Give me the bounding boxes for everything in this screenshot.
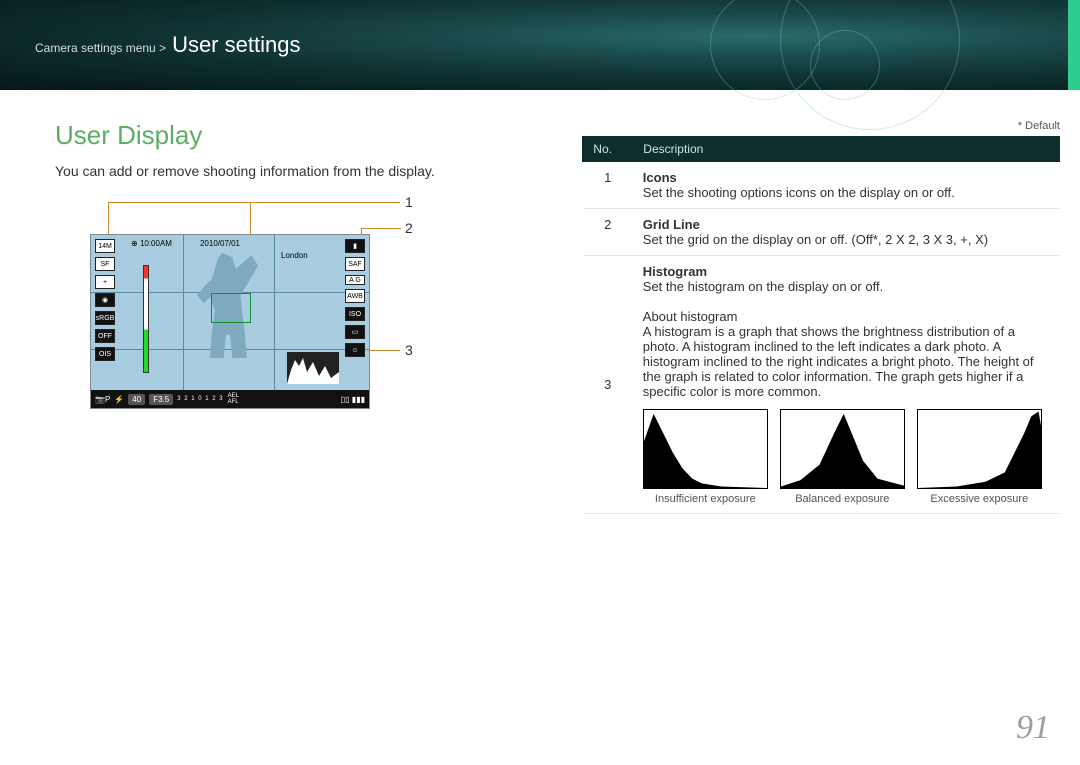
description-table: No. Description 1 Icons Set the shooting… (582, 136, 1060, 514)
th-desc: Description (633, 137, 1060, 162)
table-row: 3 Histogram Set the histogram on the dis… (583, 256, 1060, 514)
af-bracket-icon (211, 293, 251, 323)
lcd-top-info: ⊕ 10:00AM 2010/07/01 (131, 239, 240, 248)
face-icon: ☺ (345, 343, 365, 357)
megapixel-icon: 14M (95, 239, 115, 253)
decorative-orb (810, 30, 880, 100)
ev-comp-icon: + (95, 275, 115, 289)
ag-icon: A G (345, 275, 365, 285)
callout-3: 3 (405, 342, 413, 358)
mode-icon: 📷P (95, 395, 110, 404)
srgb-icon: sRGB (95, 311, 115, 325)
lcd-left-icons: 14M SF + ◉ sRGB OFF OIS (95, 239, 115, 361)
th-no: No. (583, 137, 633, 162)
breadcrumb-prefix: Camera settings menu > (35, 41, 166, 55)
ael-afl: AELAFL (228, 393, 239, 405)
ev-scale: 3 2 1 0 1 2 3 (177, 396, 223, 402)
section-title: User Display (55, 120, 542, 151)
histogram-examples: Insufficient exposure Balanced exposure … (643, 409, 1050, 505)
default-note: * Default (582, 120, 1060, 132)
callout-1: 1 (405, 194, 413, 210)
mini-histogram (287, 352, 339, 384)
lcd-status-bar: 📷P ⚡ 40 F3.5 3 2 1 0 1 2 3 AELAFL ▯▯ ▮▮▮ (91, 390, 369, 408)
iso-icon: ISO (345, 307, 365, 321)
flash-icon: ⚡ (114, 395, 124, 404)
lcd-city: London (281, 251, 308, 260)
histogram-excessive: Excessive exposure (917, 409, 1042, 505)
shots-remaining: 40 (128, 394, 145, 405)
table-row: 2 Grid Line Set the grid on the display … (583, 209, 1060, 256)
card-battery-icon: ▯▯ ▮▮▮ (341, 395, 365, 404)
section-intro: You can add or remove shooting informati… (55, 163, 542, 179)
aperture-value: F3.5 (149, 394, 173, 405)
awb-icon: AWB (345, 289, 365, 303)
ois-icon: OIS (95, 347, 115, 361)
callout-2: 2 (405, 220, 413, 236)
battery-icon: ▮ (345, 239, 365, 253)
off-icon: OFF (95, 329, 115, 343)
table-row: 1 Icons Set the shooting options icons o… (583, 162, 1060, 209)
histogram-insufficient: Insufficient exposure (643, 409, 768, 505)
exposure-bar-icon (143, 265, 149, 373)
page-number: 91 (1016, 709, 1050, 747)
breadcrumb-title: User settings (172, 32, 300, 58)
histogram-balanced: Balanced exposure (780, 409, 905, 505)
page-header: Camera settings menu > User settings (0, 0, 1080, 90)
camera-lcd-mock: ⊕ 10:00AM 2010/07/01 London 14M SF + ◉ s… (90, 234, 370, 409)
quality-icon: SF (95, 257, 115, 271)
metering-icon: ◉ (95, 293, 115, 307)
breadcrumb: Camera settings menu > User settings (35, 32, 300, 58)
lcd-diagram: 1 2 3 ⊕ 10:00AM 2010/07/01 (55, 194, 485, 434)
drive-icon: ▭ (345, 325, 365, 339)
lcd-right-icons: ▮ SAF A G AWB ISO ▭ ☺ (345, 239, 365, 357)
saf-icon: SAF (345, 257, 365, 271)
